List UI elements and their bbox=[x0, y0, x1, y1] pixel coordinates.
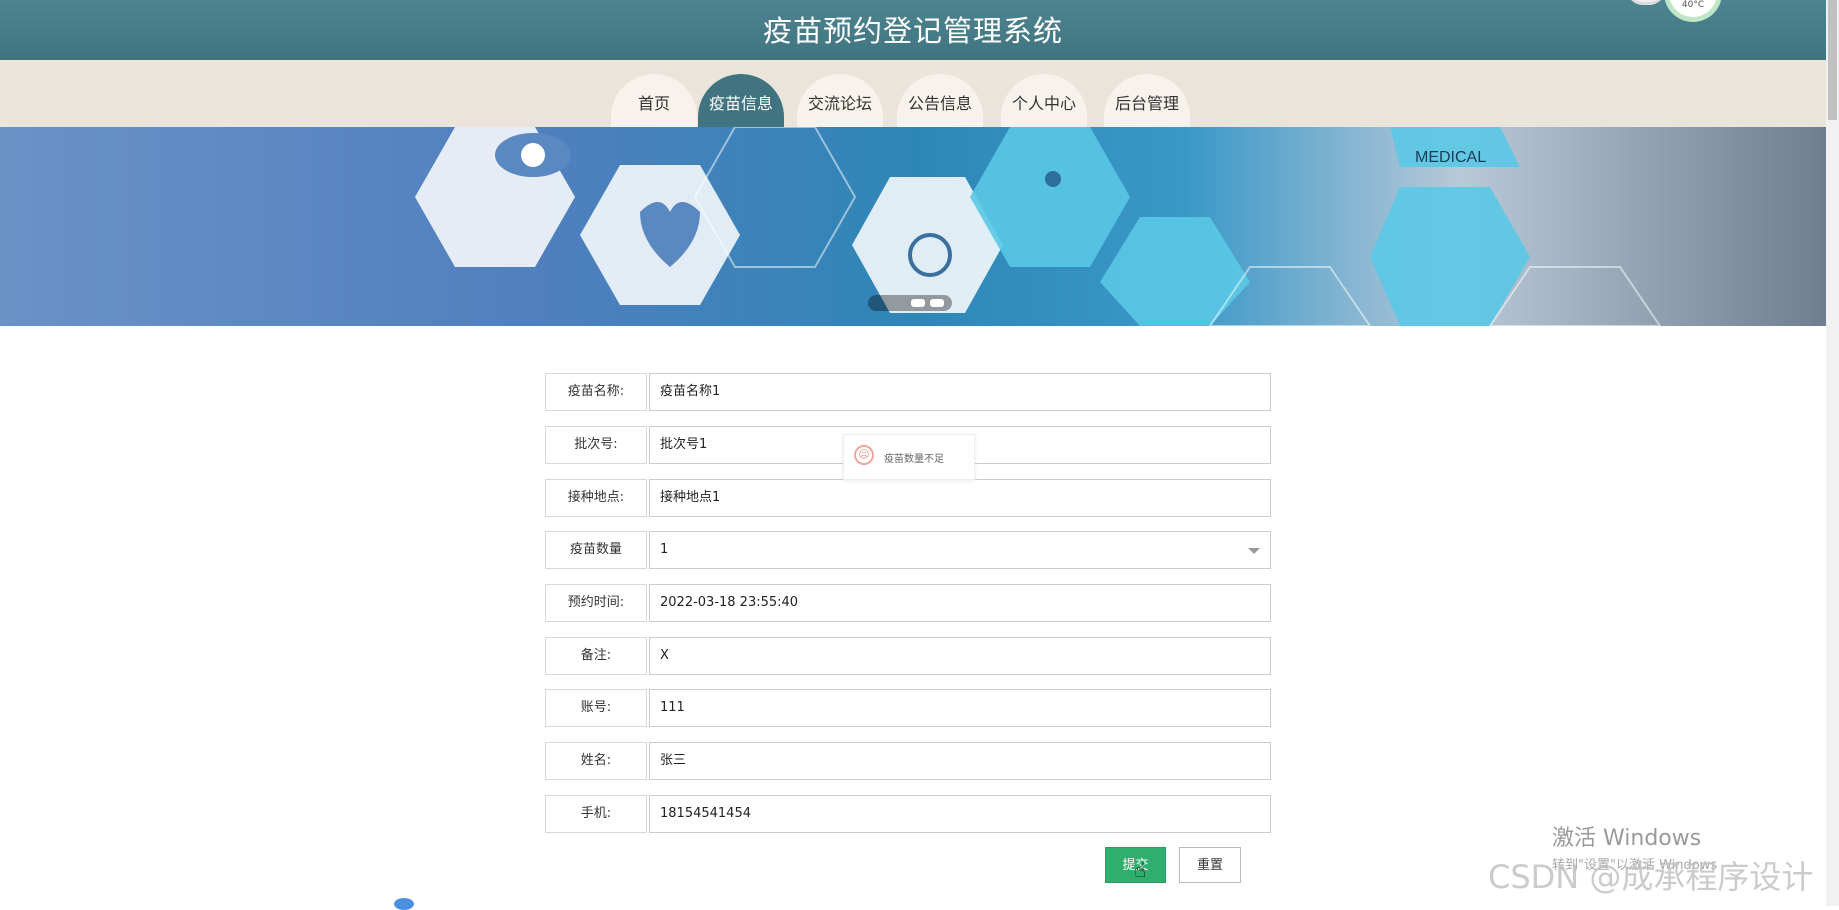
page-title: 疫苗预约登记管理系统 bbox=[762, 14, 1063, 48]
csdn-watermark: CSDN @成承程序设计 bbox=[1488, 858, 1814, 896]
account-field[interactable]: 111 bbox=[649, 689, 1271, 727]
field-label: 疫苗数量 bbox=[545, 531, 647, 569]
form-row-vaccine-name: 疫苗名称: 疫苗名称1 bbox=[545, 373, 1271, 411]
molecule-icon bbox=[1045, 171, 1061, 187]
form-row-phone: 手机: 18154541454 bbox=[545, 795, 1271, 833]
location-field[interactable]: 接种地点1 bbox=[649, 479, 1271, 517]
carousel-dot-1[interactable] bbox=[911, 299, 925, 307]
carousel-dot-2[interactable] bbox=[930, 299, 944, 307]
remark-field[interactable]: X bbox=[649, 637, 1271, 675]
field-label: 姓名: bbox=[545, 742, 647, 780]
reset-button[interactable]: 重置 bbox=[1179, 847, 1241, 883]
header-bar: 疫苗预约登记管理系统 bbox=[0, 0, 1826, 60]
vaccine-name-field[interactable]: 疫苗名称1 bbox=[649, 373, 1271, 411]
quantity-select[interactable]: 1 bbox=[649, 531, 1271, 569]
phone-field[interactable]: 18154541454 bbox=[649, 795, 1271, 833]
hexagon-syringe bbox=[1100, 217, 1250, 326]
name-field[interactable]: 张三 bbox=[649, 742, 1271, 780]
medical-text: MEDICAL bbox=[1415, 149, 1486, 166]
appointment-time-field[interactable]: 2022-03-18 23:55:40 bbox=[649, 584, 1271, 622]
form-row-quantity: 疫苗数量 1 bbox=[545, 531, 1271, 569]
weather-temp: 40°C bbox=[1681, 0, 1705, 10]
scrollbar-thumb[interactable] bbox=[1828, 0, 1837, 120]
carousel-indicator bbox=[868, 295, 952, 311]
banner-carousel[interactable]: MEDICAL bbox=[0, 127, 1826, 326]
toast-message: 疫苗数量不足 bbox=[884, 454, 944, 465]
eye-pupil-icon bbox=[521, 143, 545, 167]
floating-widget-icon[interactable] bbox=[394, 898, 414, 910]
error-toast: ☹ 疫苗数量不足 bbox=[843, 434, 975, 480]
field-label: 账号: bbox=[545, 689, 647, 727]
field-label: 备注: bbox=[545, 637, 647, 675]
hand-cursor-icon: ☝ bbox=[1134, 858, 1147, 882]
form-row-name: 姓名: 张三 bbox=[545, 742, 1271, 780]
field-label: 手机: bbox=[545, 795, 647, 833]
form-row-account: 账号: 111 bbox=[545, 689, 1271, 727]
sad-face-icon: ☹ bbox=[854, 445, 874, 465]
form-row-time: 预约时间: 2022-03-18 23:55:40 bbox=[545, 584, 1271, 622]
field-label: 接种地点: bbox=[545, 479, 647, 517]
field-label: 预约时间: bbox=[545, 584, 647, 622]
nav-bar: 首页 疫苗信息 交流论坛 公告信息 个人中心 后台管理 bbox=[0, 60, 1826, 138]
windows-watermark-title: 激活 Windows bbox=[1552, 826, 1702, 851]
field-label: 疫苗名称: bbox=[545, 373, 647, 411]
field-label: 批次号: bbox=[545, 426, 647, 464]
form-row-location: 接种地点: 接种地点1 bbox=[545, 479, 1271, 517]
form-row-remark: 备注: X bbox=[545, 637, 1271, 675]
hexagon-microscope bbox=[1370, 187, 1530, 326]
page-scrollbar[interactable] bbox=[1826, 0, 1839, 906]
